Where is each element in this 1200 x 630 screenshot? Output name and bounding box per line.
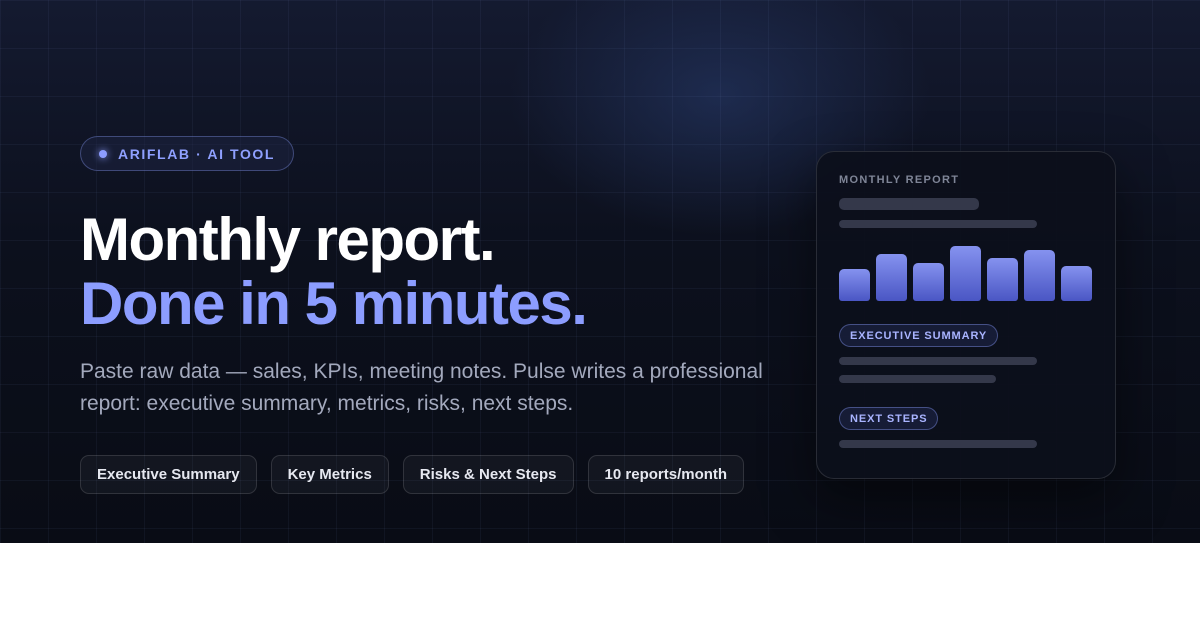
- chip-risks-next-steps: Risks & Next Steps: [402, 455, 574, 494]
- brand-badge-label: ARIFLAB · AI TOOL: [118, 145, 276, 162]
- mini-bar-chart: [839, 246, 1094, 301]
- skeleton-line: [839, 375, 996, 383]
- hero-banner: ARIFLAB · AI TOOL Monthly report. Done i…: [0, 0, 1200, 543]
- skeleton-line: [839, 220, 1037, 228]
- mini-bar: [913, 263, 944, 301]
- hero-subtitle: Paste raw data — sales, KPIs, meeting no…: [80, 360, 763, 415]
- mini-bar: [1024, 250, 1055, 301]
- mini-bar: [839, 269, 870, 301]
- card-title: MONTHLY REPORT: [839, 174, 960, 186]
- brand-badge: ARIFLAB · AI TOOL: [80, 136, 295, 171]
- mini-bar: [876, 254, 907, 301]
- skeleton-line: [839, 357, 1037, 365]
- chip-key-metrics: Key Metrics: [270, 455, 389, 494]
- mini-bar: [987, 258, 1018, 301]
- status-dot-icon: [99, 149, 107, 158]
- chip-executive-summary: Executive Summary: [80, 455, 257, 494]
- section-pill-executive-summary: EXECUTIVE SUMMARY: [839, 324, 999, 347]
- headline-line-2: Done in 5 minutes.: [80, 270, 588, 337]
- section-pill-next-steps: NEXT STEPS: [839, 407, 939, 430]
- skeleton-line-heading: [839, 198, 979, 210]
- feature-chips: Executive Summary Key Metrics Risks & Ne…: [80, 455, 745, 494]
- chip-reports-per-month: 10 reports/month: [587, 455, 745, 494]
- skeleton-line: [839, 440, 1037, 448]
- headline-line-1: Monthly report.: [80, 206, 496, 273]
- mini-bar: [950, 246, 981, 301]
- report-preview-card: MONTHLY REPORT EXECUTIVE SUMMARY NEXT ST…: [816, 151, 1116, 479]
- mini-bar: [1061, 266, 1092, 301]
